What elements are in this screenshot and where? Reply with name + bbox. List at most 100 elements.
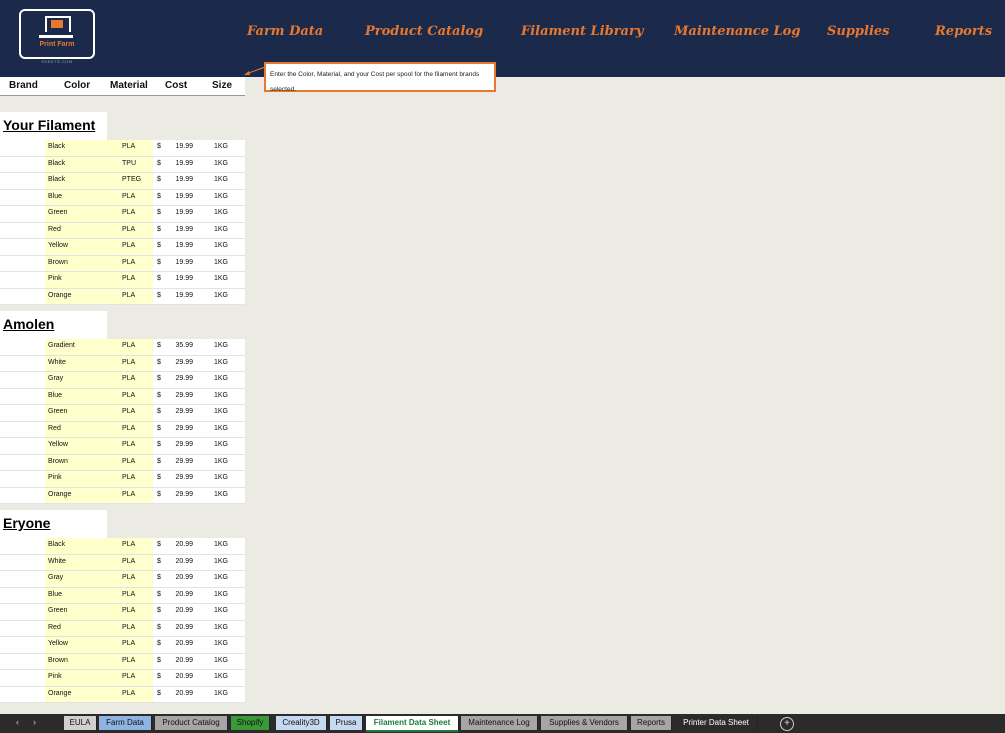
- table-row[interactable]: Pink PLA $29.99 1KG: [0, 471, 245, 488]
- table-row[interactable]: Blue PLA $20.99 1KG: [0, 587, 245, 604]
- table-row[interactable]: Black PTEG $19.99 1KG: [0, 173, 245, 190]
- color-cell[interactable]: Red: [48, 624, 61, 631]
- table-row[interactable]: White PLA $29.99 1KG: [0, 355, 245, 372]
- cost-cell[interactable]: 29.99: [175, 474, 193, 481]
- currency-cell[interactable]: $: [157, 259, 161, 266]
- currency-cell[interactable]: $: [157, 226, 161, 233]
- color-cell[interactable]: Gray: [48, 574, 63, 581]
- table-row[interactable]: White PLA $20.99 1KG: [0, 554, 245, 571]
- color-cell[interactable]: Black: [48, 160, 65, 167]
- currency-cell[interactable]: $: [157, 558, 161, 565]
- size-cell[interactable]: 1KG: [214, 342, 228, 349]
- material-cell[interactable]: PLA: [122, 209, 135, 216]
- cost-cell[interactable]: 29.99: [175, 458, 193, 465]
- table-row[interactable]: Yellow PLA $19.99 1KG: [0, 239, 245, 256]
- brand-title-cell[interactable]: Your Filament: [0, 112, 107, 140]
- color-cell[interactable]: Green: [48, 408, 67, 415]
- sheet-tab[interactable]: Creality3D: [276, 716, 327, 730]
- nav-farm-data[interactable]: Farm Data: [247, 24, 323, 39]
- cost-cell[interactable]: 19.99: [175, 292, 193, 299]
- currency-cell[interactable]: $: [157, 657, 161, 664]
- color-cell[interactable]: Red: [48, 226, 61, 233]
- currency-cell[interactable]: $: [157, 491, 161, 498]
- table-row[interactable]: Black TPU $19.99 1KG: [0, 156, 245, 173]
- size-cell[interactable]: 1KG: [214, 193, 228, 200]
- size-cell[interactable]: 1KG: [214, 143, 228, 150]
- material-cell[interactable]: PLA: [122, 491, 135, 498]
- size-cell[interactable]: 1KG: [214, 640, 228, 647]
- tab-scroll-right-icon[interactable]: ›: [33, 717, 36, 727]
- currency-cell[interactable]: $: [157, 591, 161, 598]
- size-cell[interactable]: 1KG: [214, 474, 228, 481]
- sheet-tab[interactable]: Farm Data: [99, 716, 152, 730]
- size-cell[interactable]: 1KG: [214, 607, 228, 614]
- cost-cell[interactable]: 19.99: [175, 143, 193, 150]
- size-cell[interactable]: 1KG: [214, 242, 228, 249]
- currency-cell[interactable]: $: [157, 425, 161, 432]
- color-cell[interactable]: White: [48, 359, 66, 366]
- material-cell[interactable]: PLA: [122, 673, 135, 680]
- table-row[interactable]: Red PLA $20.99 1KG: [0, 620, 245, 637]
- color-cell[interactable]: Red: [48, 425, 61, 432]
- material-cell[interactable]: PLA: [122, 607, 135, 614]
- cost-cell[interactable]: 20.99: [175, 673, 193, 680]
- size-cell[interactable]: 1KG: [214, 491, 228, 498]
- table-row[interactable]: Yellow PLA $29.99 1KG: [0, 438, 245, 455]
- nav-filament-library[interactable]: Filament Library: [521, 24, 643, 39]
- tab-scroll-left-icon[interactable]: ‹: [16, 717, 19, 727]
- currency-cell[interactable]: $: [157, 458, 161, 465]
- color-cell[interactable]: Pink: [48, 474, 62, 481]
- cost-cell[interactable]: 20.99: [175, 541, 193, 548]
- color-cell[interactable]: Brown: [48, 259, 68, 266]
- cost-cell[interactable]: 35.99: [175, 342, 193, 349]
- add-sheet-icon[interactable]: +: [780, 717, 794, 731]
- material-cell[interactable]: PLA: [122, 242, 135, 249]
- material-cell[interactable]: PLA: [122, 226, 135, 233]
- table-row[interactable]: Brown PLA $19.99 1KG: [0, 255, 245, 272]
- material-cell[interactable]: PLA: [122, 275, 135, 282]
- input-cells[interactable]: [45, 421, 153, 437]
- currency-cell[interactable]: $: [157, 176, 161, 183]
- size-cell[interactable]: 1KG: [214, 359, 228, 366]
- size-cell[interactable]: 1KG: [214, 690, 228, 697]
- material-cell[interactable]: PLA: [122, 292, 135, 299]
- color-cell[interactable]: Yellow: [48, 441, 68, 448]
- currency-cell[interactable]: $: [157, 541, 161, 548]
- currency-cell[interactable]: $: [157, 275, 161, 282]
- color-cell[interactable]: Green: [48, 209, 67, 216]
- material-cell[interactable]: PLA: [122, 474, 135, 481]
- table-row[interactable]: Red PLA $29.99 1KG: [0, 421, 245, 438]
- material-cell[interactable]: PLA: [122, 359, 135, 366]
- color-cell[interactable]: Orange: [48, 491, 71, 498]
- table-row[interactable]: Black PLA $19.99 1KG: [0, 140, 245, 157]
- material-cell[interactable]: PLA: [122, 458, 135, 465]
- size-cell[interactable]: 1KG: [214, 591, 228, 598]
- cost-cell[interactable]: 19.99: [175, 193, 193, 200]
- color-cell[interactable]: Brown: [48, 657, 68, 664]
- cost-cell[interactable]: 20.99: [175, 640, 193, 647]
- table-row[interactable]: Green PLA $19.99 1KG: [0, 206, 245, 223]
- size-cell[interactable]: 1KG: [214, 574, 228, 581]
- color-cell[interactable]: Blue: [48, 591, 62, 598]
- size-cell[interactable]: 1KG: [214, 292, 228, 299]
- size-cell[interactable]: 1KG: [214, 657, 228, 664]
- currency-cell[interactable]: $: [157, 359, 161, 366]
- sheet-tab[interactable]: Product Catalog: [155, 716, 228, 730]
- material-cell[interactable]: PLA: [122, 342, 135, 349]
- cost-cell[interactable]: 29.99: [175, 425, 193, 432]
- cost-cell[interactable]: 20.99: [175, 591, 193, 598]
- table-row[interactable]: Yellow PLA $20.99 1KG: [0, 637, 245, 654]
- color-cell[interactable]: Yellow: [48, 242, 68, 249]
- currency-cell[interactable]: $: [157, 574, 161, 581]
- table-row[interactable]: Orange PLA $19.99 1KG: [0, 288, 245, 305]
- currency-cell[interactable]: $: [157, 673, 161, 680]
- size-cell[interactable]: 1KG: [214, 624, 228, 631]
- sheet-tab[interactable]: Printer Data Sheet: [675, 716, 758, 730]
- material-cell[interactable]: PLA: [122, 541, 135, 548]
- cost-cell[interactable]: 20.99: [175, 690, 193, 697]
- size-cell[interactable]: 1KG: [214, 259, 228, 266]
- sheet-tab[interactable]: Maintenance Log: [461, 716, 538, 730]
- table-row[interactable]: Green PLA $20.99 1KG: [0, 604, 245, 621]
- currency-cell[interactable]: $: [157, 375, 161, 382]
- size-cell[interactable]: 1KG: [214, 408, 228, 415]
